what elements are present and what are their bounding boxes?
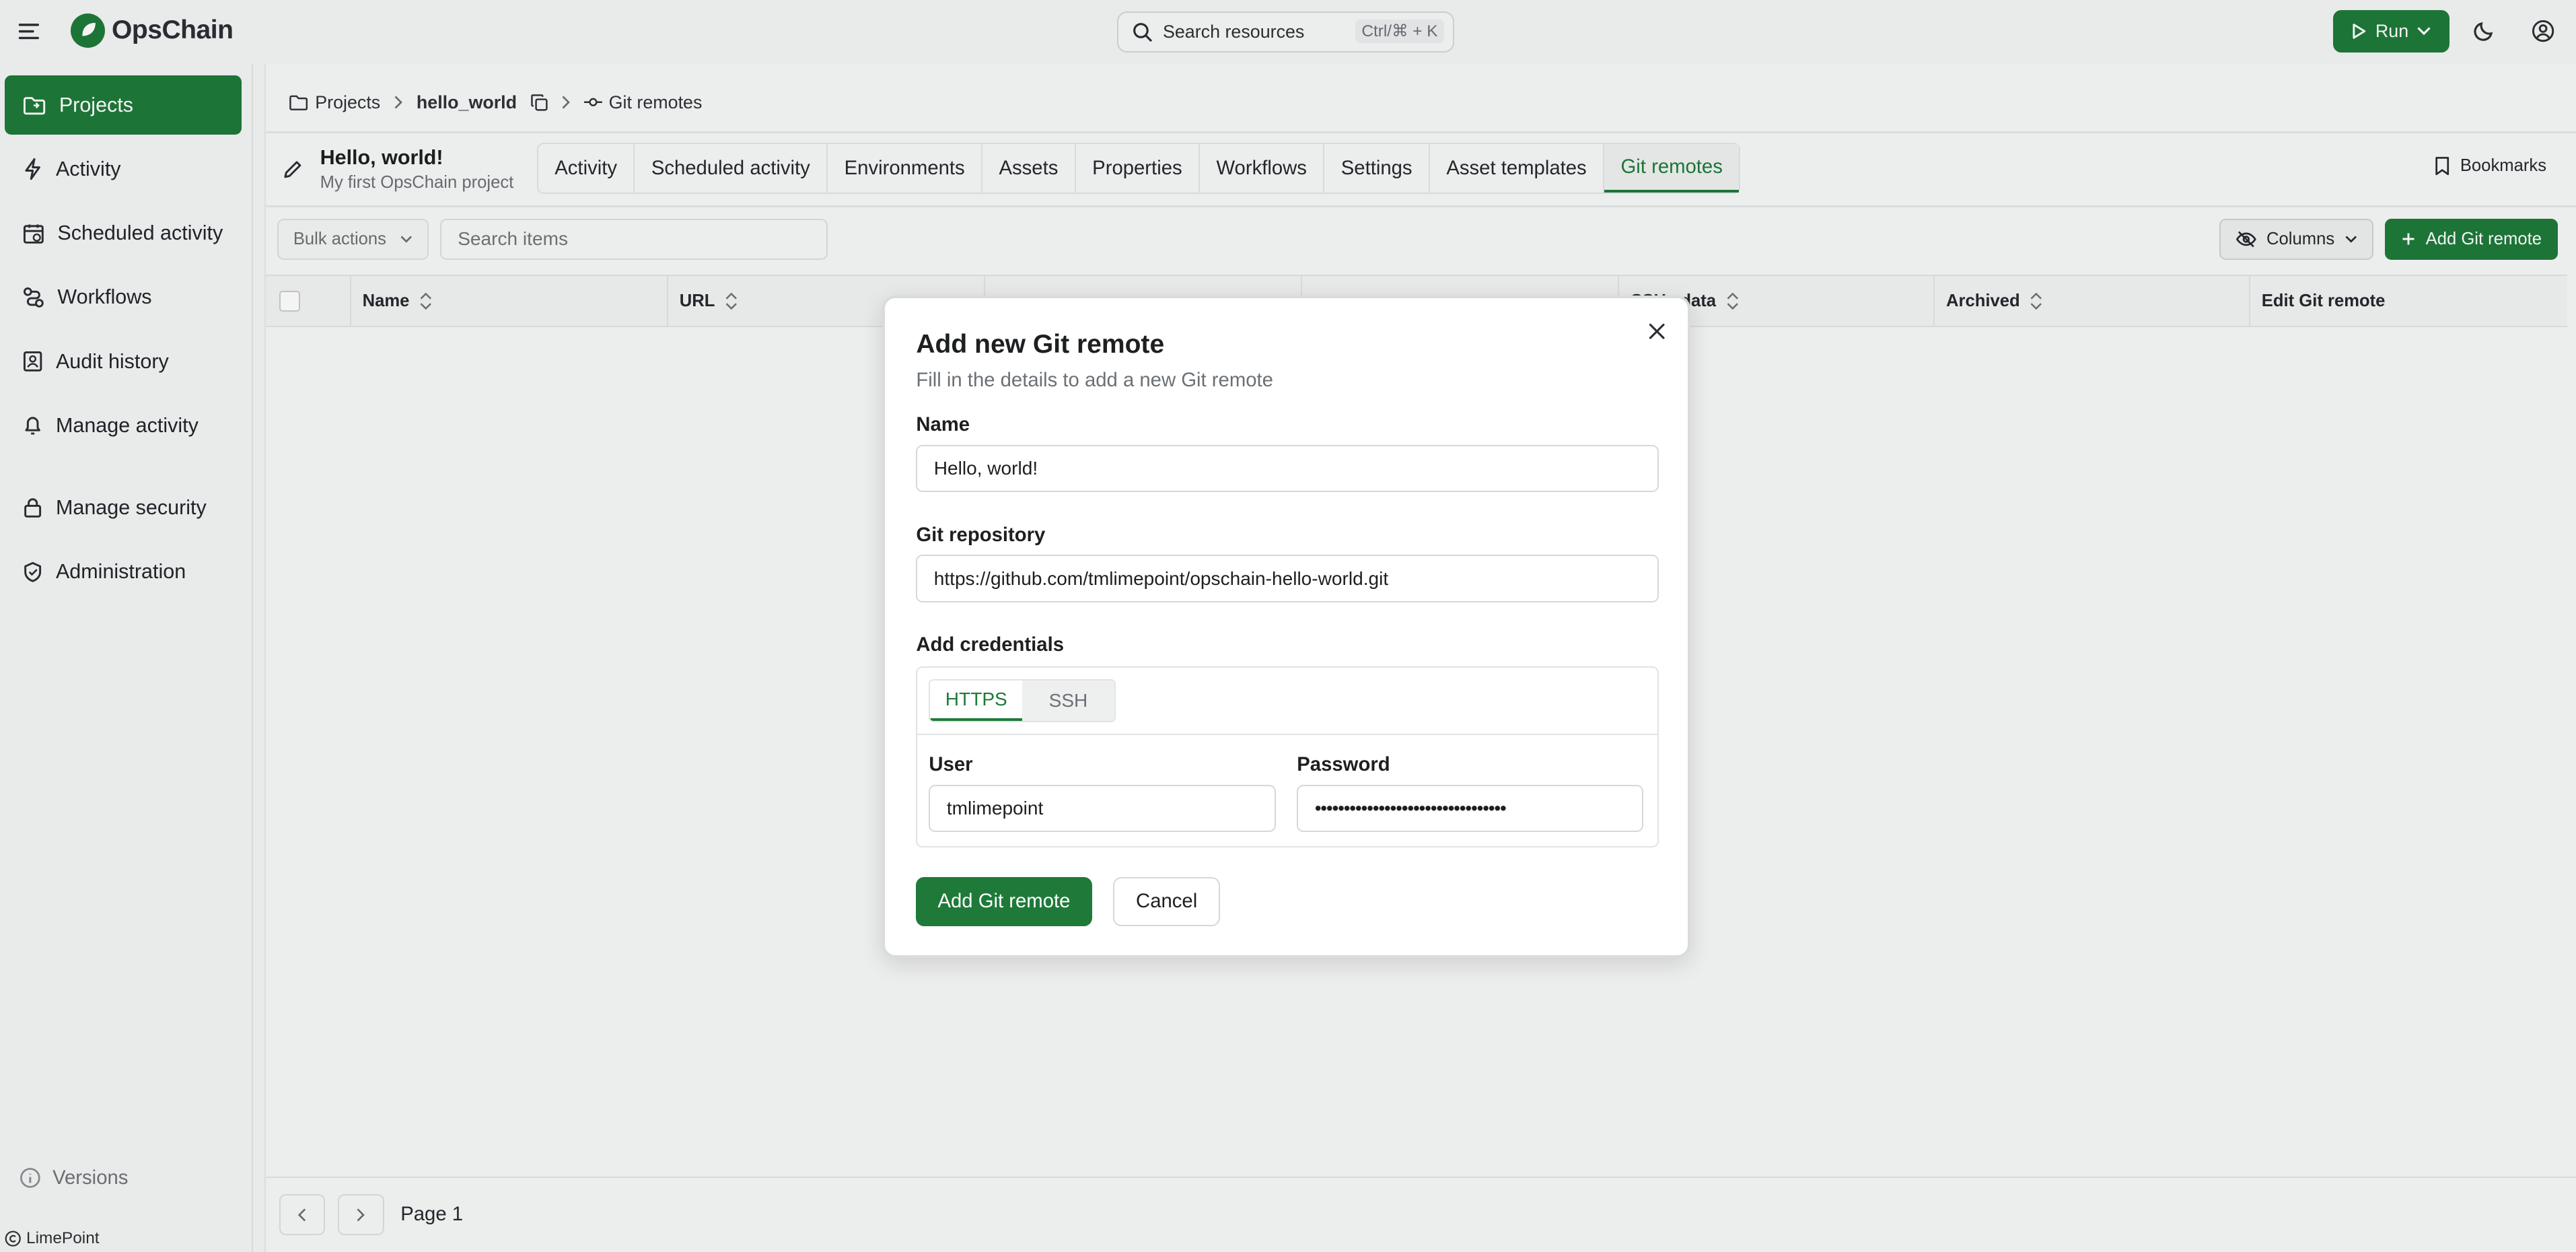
submit-button[interactable]: Add Git remote xyxy=(916,876,1092,926)
add-git-remote-dialog: Add new Git remote Fill in the details t… xyxy=(882,295,1691,959)
credential-type-tabs: HTTPS SSH xyxy=(929,679,1116,722)
dialog-title: Add new Git remote xyxy=(916,329,1165,359)
user-input[interactable] xyxy=(929,784,1276,833)
credentials-panel: HTTPS SSH User Password xyxy=(916,666,1659,847)
name-label: Name xyxy=(916,413,970,436)
divider xyxy=(917,733,1657,736)
cancel-button[interactable]: Cancel xyxy=(1113,876,1220,926)
dialog-subtitle: Fill in the details to add a new Git rem… xyxy=(916,369,1273,392)
git-repository-input[interactable] xyxy=(916,555,1659,603)
tab-https[interactable]: HTTPS xyxy=(930,681,1023,721)
password-label: Password xyxy=(1297,753,1390,776)
tab-ssh[interactable]: SSH xyxy=(1022,681,1114,721)
name-input[interactable] xyxy=(916,444,1659,493)
git-repository-label: Git repository xyxy=(916,523,1046,546)
password-input[interactable] xyxy=(1297,784,1644,833)
user-label: User xyxy=(929,753,973,776)
add-credentials-label: Add credentials xyxy=(916,633,1065,656)
close-icon[interactable] xyxy=(1649,323,1665,339)
